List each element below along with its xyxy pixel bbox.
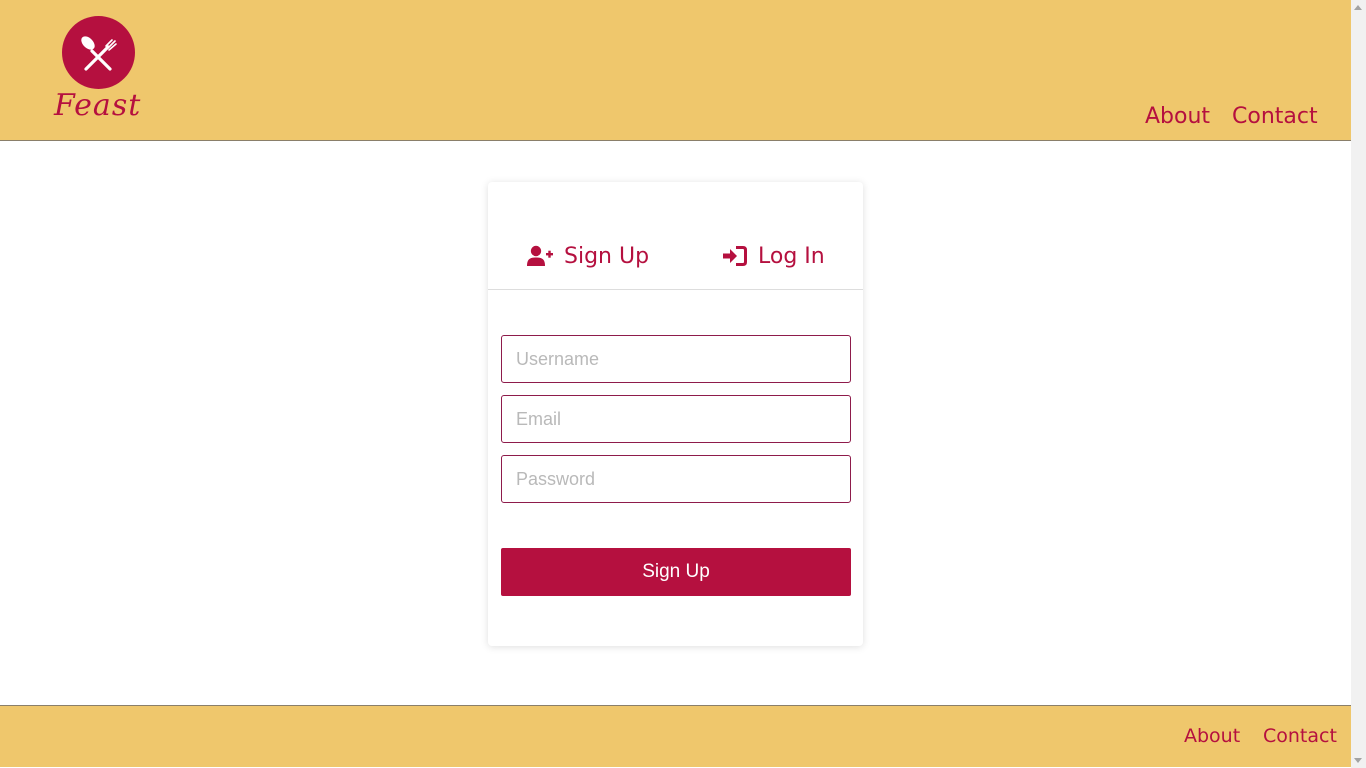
- site-header: Feast About Contact: [0, 0, 1351, 141]
- password-input[interactable]: [501, 455, 851, 503]
- fork-spoon-icon: [81, 36, 117, 71]
- user-plus-icon: [527, 245, 553, 266]
- auth-card: Sign Up Log In Sign Up: [488, 182, 863, 646]
- tab-log-in-label: Log In: [758, 243, 825, 269]
- tab-log-in[interactable]: Log In: [723, 240, 825, 272]
- vertical-scrollbar[interactable]: [1351, 0, 1366, 768]
- header-nav-contact[interactable]: Contact: [1232, 103, 1318, 131]
- logo-circle: [62, 16, 135, 89]
- page: Feast About Contact Sign Up Log In Usern…: [0, 0, 1351, 768]
- username-input[interactable]: [501, 335, 851, 383]
- footer-nav-contact[interactable]: Contact: [1263, 723, 1337, 749]
- scroll-down-icon[interactable]: [1354, 758, 1362, 763]
- footer-nav-about[interactable]: About: [1184, 723, 1240, 749]
- logo-wordmark: Feast: [54, 88, 142, 123]
- email-input[interactable]: [501, 395, 851, 443]
- auth-tabs: Sign Up Log In: [488, 182, 863, 290]
- site-footer: About Contact: [0, 705, 1351, 767]
- feast-logo[interactable]: Feast: [54, 14, 146, 126]
- tab-sign-up[interactable]: Sign Up: [527, 240, 649, 272]
- header-nav-about[interactable]: About: [1145, 103, 1210, 131]
- tab-sign-up-label: Sign Up: [564, 243, 650, 269]
- sign-up-button[interactable]: Sign Up: [501, 548, 851, 596]
- scroll-up-icon[interactable]: [1354, 5, 1362, 10]
- sign-in-icon: [723, 246, 747, 266]
